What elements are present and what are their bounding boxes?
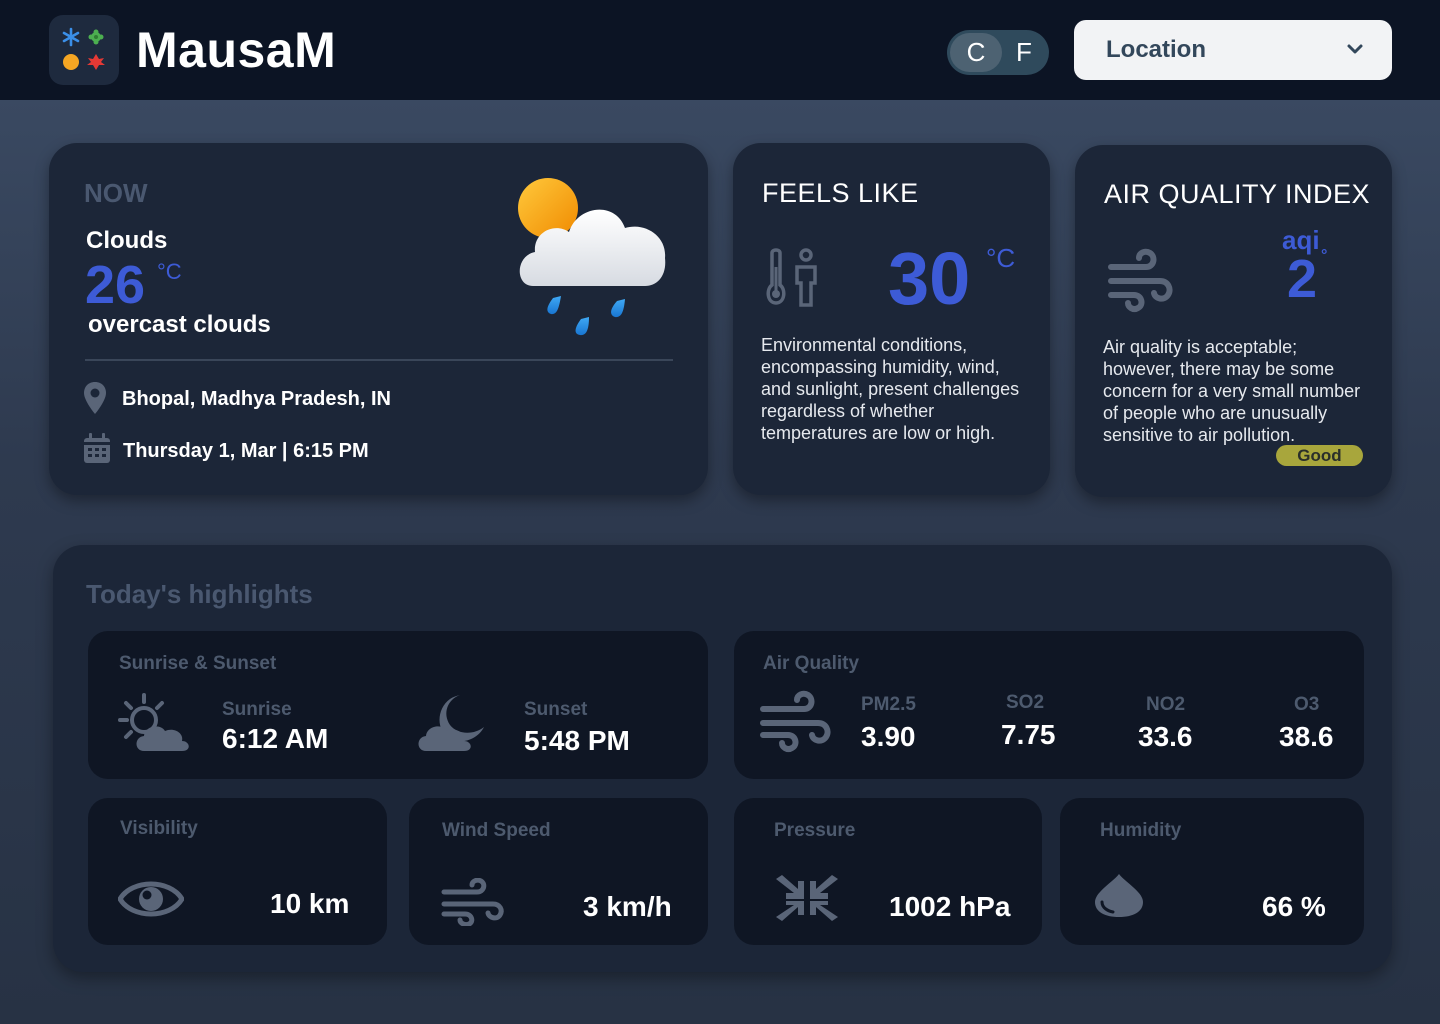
aqi-description: Air quality is acceptable; however, ther… [1103, 337, 1361, 445]
pressure-tile: Pressure 1002 hPa [734, 798, 1042, 945]
no2-value: 33.6 [1138, 721, 1193, 752]
wind-icon [1108, 248, 1173, 313]
sunrise-sunset-tile: Sunrise & Sunset Sunrise 6:12 AM Sunset … [88, 631, 708, 779]
fahrenheit-toggle[interactable]: F [1003, 33, 1045, 72]
water-drop-icon [1095, 874, 1143, 917]
air-quality-label: Air Quality [763, 653, 860, 674]
wind-speed-value: 3 km/h [583, 891, 672, 922]
highlights-title: Today's highlights [86, 579, 313, 609]
air-quality-index-card: AIR QUALITY INDEX aqi 2 ° Air quality is… [1075, 145, 1392, 497]
location-dropdown-label: Location [1106, 36, 1206, 63]
app-title: MausaM [136, 22, 337, 78]
calendar-icon [84, 433, 110, 463]
sunrise-label: Sunrise [222, 699, 292, 720]
visibility-value: 10 km [270, 888, 350, 919]
feels-like-temperature: 30 [888, 237, 971, 320]
aqi-status-badge: Good [1276, 445, 1363, 466]
current-weather-card: NOW Clouds 26 °C overcast clouds Bhopal,… [49, 143, 708, 495]
o3-label: O3 [1294, 694, 1320, 715]
wind-speed-tile: Wind Speed 3 km/h [409, 798, 708, 945]
temperature-unit: °C [157, 259, 182, 284]
sunrise-time: 6:12 AM [222, 723, 329, 754]
no2-label: NO2 [1146, 694, 1186, 715]
aqi-title: AIR QUALITY INDEX [1104, 179, 1371, 209]
now-label: NOW [84, 178, 148, 208]
sunset-label: Sunset [524, 699, 588, 720]
todays-highlights-panel: Today's highlights Sunrise & Sunset Sunr… [53, 545, 1392, 972]
feels-like-card: FEELS LIKE 30 °C Environmental condition… [733, 143, 1050, 495]
pm25-label: PM2.5 [861, 694, 916, 715]
location-name: Bhopal, Madhya Pradesh, IN [122, 388, 391, 410]
sun-cloud-rain-icon [518, 178, 666, 336]
eye-icon [118, 881, 184, 917]
wind-icon [760, 690, 831, 753]
wind-speed-label: Wind Speed [442, 820, 551, 841]
thermometer-person-icon [766, 248, 817, 307]
feels-like-unit: °C [986, 243, 1016, 273]
moon-cloud-icon [418, 695, 484, 751]
humidity-label: Humidity [1100, 820, 1182, 841]
o3-value: 38.6 [1279, 721, 1334, 752]
divider [85, 359, 673, 361]
aqi-degree: ° [1321, 247, 1328, 264]
weather-logo-icon [62, 27, 105, 70]
weather-description: overcast clouds [88, 311, 271, 338]
top-bar: MausaM C F Location [0, 0, 1440, 100]
unit-toggle[interactable]: C F [947, 30, 1049, 75]
celsius-toggle[interactable]: C [950, 33, 1002, 72]
current-temperature: 26 [85, 255, 146, 315]
so2-label: SO2 [1006, 692, 1045, 713]
sunrise-icon [118, 693, 189, 751]
humidity-value: 66 % [1262, 891, 1326, 922]
air-quality-tile: Air Quality PM2.5 3.90 SO2 7.75 NO2 33.6… [734, 631, 1364, 779]
sunset-time: 5:48 PM [524, 725, 630, 756]
app-logo[interactable] [49, 15, 119, 85]
wind-icon [441, 878, 504, 926]
location-pin-icon [84, 382, 106, 414]
aqi-value: 2 [1287, 249, 1318, 309]
chevron-down-icon [1347, 44, 1363, 54]
feels-like-title: FEELS LIKE [762, 178, 919, 208]
pressure-value: 1002 hPa [889, 891, 1011, 922]
date-time: Thursday 1, Mar | 6:15 PM [123, 440, 369, 462]
location-dropdown[interactable]: Location [1074, 20, 1392, 80]
visibility-label: Visibility [120, 818, 198, 839]
visibility-tile: Visibility 10 km [88, 798, 387, 945]
sunrise-sunset-label: Sunrise & Sunset [119, 653, 277, 674]
weather-condition: Clouds [86, 227, 168, 254]
pressure-label: Pressure [774, 820, 856, 841]
humidity-tile: Humidity 66 % [1060, 798, 1364, 945]
so2-value: 7.75 [1001, 719, 1056, 750]
pm25-value: 3.90 [861, 721, 916, 752]
feels-like-description: Environmental conditions, encompassing h… [761, 335, 1020, 443]
compress-arrows-icon [776, 875, 838, 921]
